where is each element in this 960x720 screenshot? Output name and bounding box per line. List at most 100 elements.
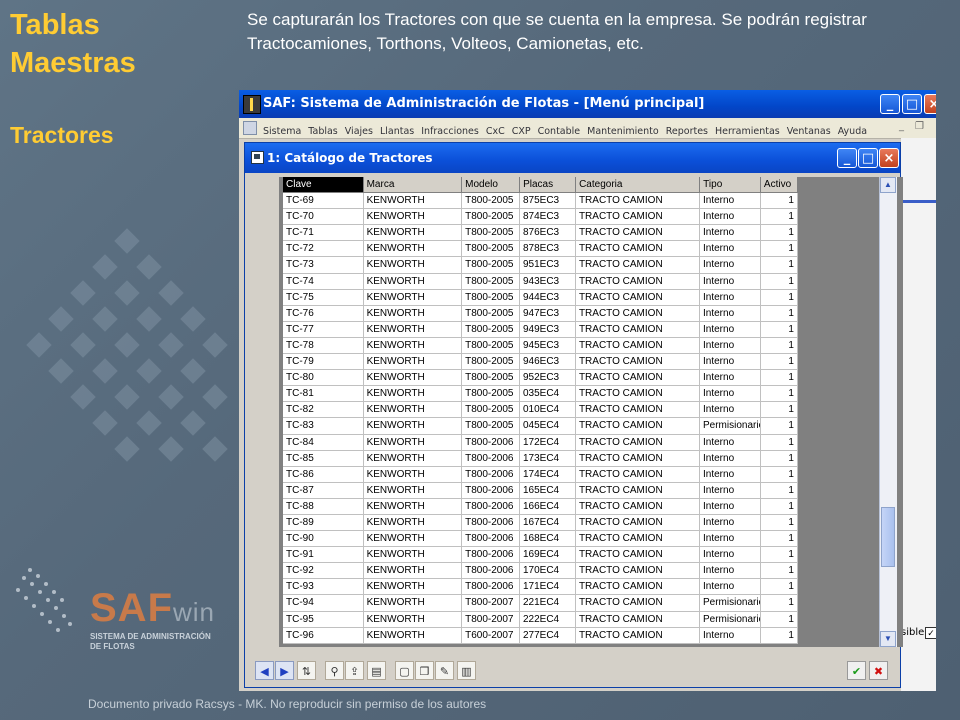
copy-record-icon[interactable]: ❐ [415, 661, 434, 680]
table-row[interactable]: TC-91 KENWORTH T800-2006 169EC4 TRACTO CAMIO… [283, 547, 798, 564]
table-row[interactable]: TC-95 KENWORTH T800-2007 222EC4 TRACTO CAMIO… [283, 611, 798, 628]
table-row[interactable]: TC-90 KENWORTH T800-2006 168EC4 TRACTO CAMIO… [283, 531, 798, 548]
table-row[interactable]: TC-86 KENWORTH T800-2006 174EC4 TRACTO CAMIO… [283, 466, 798, 483]
cell-modelo: T800-2006 [462, 434, 520, 451]
cell-modelo: T800-2005 [462, 289, 520, 306]
app-close-button[interactable]: × [924, 94, 936, 114]
app-title: SAF: Sistema de Administración de Flotas… [263, 96, 705, 111]
child-titlebar[interactable]: 1: Catálogo de Tractores _ □ × [245, 143, 900, 173]
menu-item-viajes[interactable]: Viajes [345, 126, 373, 137]
table-row[interactable]: TC-72 KENWORTH T800-2005 878EC3 TRACTO CAMIO… [283, 241, 798, 258]
column-header-tipo[interactable]: Tipo [700, 177, 761, 194]
cell-clave: TC-79 [283, 354, 364, 371]
find-binoculars-icon[interactable]: ⚲ [325, 661, 344, 680]
next-record-button[interactable]: ▶ [275, 661, 294, 680]
table-row[interactable]: TC-73 KENWORTH T800-2005 951EC3 TRACTO CAMIO… [283, 257, 798, 274]
menu-item-infracciones[interactable]: Infracciones [421, 126, 479, 137]
table-row[interactable]: TC-78 KENWORTH T800-2005 945EC3 TRACTO CAMIO… [283, 337, 798, 355]
table-row[interactable]: TC-89 KENWORTH T800-2006 167EC4 TRACTO CAMIO… [283, 514, 798, 532]
table-row[interactable]: TC-74 KENWORTH T800-2005 943EC3 TRACTO CAMIO… [283, 273, 798, 290]
menu-item-ventanas[interactable]: Ventanas [787, 126, 831, 137]
scroll-thumb[interactable] [881, 507, 895, 567]
column-header-activo[interactable]: Activo [760, 177, 798, 194]
save-disk-icon[interactable]: ▤ [367, 661, 386, 680]
table-row[interactable]: TC-70 KENWORTH T800-2005 874EC3 TRACTO CAMIO… [283, 209, 798, 226]
delete-trash-icon[interactable]: ▥ [457, 661, 476, 680]
child-minimize-button[interactable]: _ [837, 148, 857, 168]
cell-marca: KENWORTH [363, 402, 463, 419]
new-record-icon[interactable]: ▢ [395, 661, 414, 680]
panel-accent-strip [901, 200, 936, 203]
table-row[interactable]: TC-80 KENWORTH T800-2005 952EC3 TRACTO CAMIO… [283, 370, 798, 387]
app-titlebar[interactable]: SAF: Sistema de Administración de Flotas… [239, 90, 936, 118]
column-header-clave[interactable]: Clave [283, 177, 364, 194]
table-row[interactable]: TC-88 KENWORTH T800-2006 166EC4 TRACTO CAMIO… [283, 498, 798, 515]
column-header-categoria[interactable]: Categoria [576, 177, 701, 194]
mdi-minimize-icon[interactable]: _ [899, 121, 904, 132]
cell-tipo: Interno [700, 386, 761, 403]
menu-item-herramientas[interactable]: Herramientas [715, 126, 780, 137]
table-row[interactable]: TC-92 KENWORTH T800-2006 170EC4 TRACTO CAMIO… [283, 563, 798, 580]
menu-item-cxp[interactable]: CXP [512, 126, 531, 137]
table-row[interactable]: TC-69 KENWORTH T800-2005 875EC3 TRACTO CAMIO… [283, 193, 798, 210]
table-row[interactable]: TC-87 KENWORTH T800-2006 165EC4 TRACTO CAMIO… [283, 482, 798, 499]
cell-clave: TC-93 [283, 579, 364, 596]
menu-item-sistema[interactable]: Sistema [263, 126, 301, 137]
first-record-button[interactable]: ◀ [255, 661, 274, 680]
cell-modelo: T800-2006 [462, 498, 520, 515]
visible-checkbox[interactable]: ✓ [925, 627, 936, 639]
table-row[interactable]: TC-93 KENWORTH T800-2006 171EC4 TRACTO CAMIO… [283, 579, 798, 596]
scroll-down-icon[interactable]: ▼ [880, 631, 896, 647]
table-row[interactable]: TC-85 KENWORTH T800-2006 173EC4 TRACTO CAMIO… [283, 450, 798, 467]
cell-modelo: T800-2005 [462, 370, 520, 387]
column-header-placas[interactable]: Placas [520, 177, 577, 194]
cell-categoria: TRACTO CAMION [575, 627, 700, 644]
visible-label: sible [901, 627, 925, 638]
table-row[interactable]: TC-82 KENWORTH T800-2005 010EC4 TRACTO CAMIO… [283, 402, 798, 419]
cell-tipo: Permisionario [700, 418, 761, 435]
table-row[interactable]: TC-94 KENWORTH T800-2007 221EC4 TRACTO CAMIO… [283, 595, 798, 612]
menu-item-ayuda[interactable]: Ayuda [838, 126, 867, 137]
table-row[interactable]: TC-75 KENWORTH T800-2005 944EC3 TRACTO CAMIO… [283, 289, 798, 306]
menu-item-llantas[interactable]: Llantas [380, 126, 414, 137]
sort-az-icon[interactable]: ⇅ [297, 661, 316, 680]
mdi-restore-icon[interactable]: ❐ [915, 121, 924, 132]
menu-item-contable[interactable]: Contable [538, 126, 581, 137]
cell-marca: KENWORTH [363, 289, 463, 306]
table-row[interactable]: TC-96 KENWORTH T600-2007 277EC4 TRACTO CAMIO… [283, 627, 798, 644]
table-row[interactable]: TC-76 KENWORTH T800-2005 947EC3 TRACTO CAMIO… [283, 305, 798, 322]
edit-record-icon[interactable]: ✎ [435, 661, 454, 680]
cell-modelo: T800-2006 [462, 466, 520, 483]
table-row[interactable]: TC-83 KENWORTH T800-2005 045EC4 TRACTO CAMIO… [283, 418, 798, 435]
app-minimize-button[interactable]: _ [880, 94, 900, 114]
export-icon[interactable]: ⇪ [345, 661, 364, 680]
table-row[interactable]: TC-71 KENWORTH T800-2005 876EC3 TRACTO CAMIO… [283, 225, 798, 242]
tractores-grid[interactable]: Clave Marca Modelo Placas Categoria Tipo Activ… [279, 177, 903, 647]
scroll-up-icon[interactable]: ▲ [880, 177, 896, 193]
cell-categoria: TRACTO CAMION [575, 450, 700, 467]
cell-clave: TC-86 [283, 466, 364, 483]
column-header-marca[interactable]: Marca [363, 177, 463, 194]
table-row[interactable]: TC-77 KENWORTH T800-2005 949EC3 TRACTO CAMIO… [283, 321, 798, 338]
menu-item-tablas[interactable]: Tablas [308, 126, 338, 137]
slide-description: Se capturarán los Tractores con que se c… [247, 10, 867, 53]
table-row[interactable]: TC-81 KENWORTH T800-2005 035EC4 TRACTO CAMIO… [283, 386, 798, 403]
menu-item-cxc[interactable]: CxC [486, 126, 505, 137]
table-row[interactable]: TC-84 KENWORTH T800-2006 172EC4 TRACTO CAMIO… [283, 434, 798, 451]
cell-tipo: Interno [700, 257, 761, 274]
mdi-window-icon[interactable] [243, 121, 257, 135]
cell-clave: TC-73 [283, 257, 364, 274]
child-close-button[interactable]: × [879, 148, 899, 168]
menu-item-mantenimiento[interactable]: Mantenimiento [587, 126, 659, 137]
cell-clave: TC-88 [283, 498, 364, 515]
table-row[interactable]: TC-79 KENWORTH T800-2005 946EC3 TRACTO CAMIO… [283, 354, 798, 371]
cell-clave: TC-80 [283, 370, 364, 387]
child-maximize-button[interactable]: □ [858, 148, 878, 168]
column-header-modelo[interactable]: Modelo [462, 177, 521, 194]
grid-vertical-scrollbar[interactable]: ▲ ▼ [879, 177, 897, 647]
menu-item-reportes[interactable]: Reportes [666, 126, 708, 137]
cancel-x-icon[interactable]: ✖ [869, 661, 888, 680]
cell-modelo: T800-2005 [462, 418, 520, 435]
accept-check-icon[interactable]: ✔ [847, 661, 866, 680]
app-maximize-button[interactable]: □ [902, 94, 922, 114]
